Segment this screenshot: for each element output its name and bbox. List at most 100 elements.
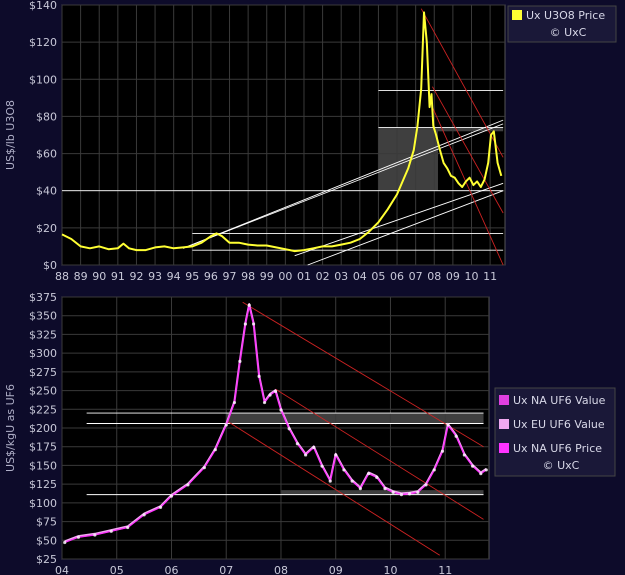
y-tick-label: $100 <box>29 497 57 510</box>
x-tick-label: 91 <box>111 270 125 283</box>
x-tick-label: 11 <box>438 564 452 575</box>
series-point <box>470 464 475 468</box>
series-point <box>424 483 428 487</box>
chart-canvas: $0$20$40$60$80$100$120$14088 89 90 91 92 93 94… <box>4 0 617 575</box>
series-point <box>358 487 362 491</box>
series-point <box>312 445 316 450</box>
series-point <box>109 529 113 533</box>
series-point <box>342 468 346 472</box>
series-point <box>247 303 251 307</box>
series-point <box>262 400 267 405</box>
series-point <box>304 453 308 457</box>
series-point <box>350 479 354 483</box>
plot-area <box>61 4 506 266</box>
x-tick-label: 06 <box>164 564 178 575</box>
legend-copyright: © UxC <box>543 459 580 472</box>
x-tick-label: 95 <box>185 270 199 283</box>
x-tick-label: 05 <box>110 564 124 575</box>
x-tick-label: 06 <box>390 270 404 283</box>
legend-label: Ux EU UF6 Value <box>513 418 605 431</box>
y-tick-label: $300 <box>29 347 57 360</box>
series-point <box>186 483 190 487</box>
series-point <box>158 505 163 509</box>
series-point <box>484 468 488 472</box>
uf6-price-chart: $25 $50 $75 $100 $125 $150 $175 $200 $225 $250 $27… <box>4 291 616 575</box>
y-tick-label: $275 <box>29 366 57 379</box>
legend-swatch <box>499 443 509 453</box>
series-point <box>257 374 261 378</box>
y-axis-label: US$/lb U3O8 <box>4 100 17 170</box>
y-tick-label: $80 <box>36 110 57 123</box>
x-tick-label: 04 <box>55 564 69 575</box>
series-point <box>202 466 206 470</box>
series-point <box>232 400 237 405</box>
y-tick-label: $250 <box>29 385 57 398</box>
legend-label: Ux NA UF6 Value <box>513 394 606 407</box>
series-point <box>279 408 283 412</box>
y-tick-label: $20 <box>36 222 57 235</box>
series-point <box>169 494 174 498</box>
y-tick-label: $140 <box>29 0 57 12</box>
x-tick-label: 01 <box>297 270 311 283</box>
legend-swatch <box>499 419 509 429</box>
series-point <box>320 464 324 468</box>
y-tick-label: $60 <box>36 148 57 161</box>
legend-label: Ux NA UF6 Price <box>513 442 602 455</box>
x-tick-label: 09 <box>446 270 460 283</box>
y-axis-label: US$/kgU as UF6 <box>4 384 17 472</box>
y-tick-label: $50 <box>36 534 57 547</box>
legend-swatch <box>512 10 522 20</box>
series-point <box>224 423 228 427</box>
series-point <box>432 468 436 472</box>
y-tick-label: $100 <box>29 73 57 86</box>
x-tick-label: 10 <box>383 564 397 575</box>
series-point <box>76 535 81 539</box>
series-point <box>408 492 412 496</box>
y-tick-label: $175 <box>29 441 57 454</box>
x-tick-label: 07 <box>409 270 423 283</box>
x-tick-label: 10 <box>464 270 478 283</box>
x-tick-label: 07 <box>219 564 233 575</box>
x-tick-label: 93 <box>148 270 162 283</box>
series-point <box>295 442 299 446</box>
y-tick-label: $325 <box>29 328 57 341</box>
series-point <box>126 525 130 530</box>
x-tick-label: 99 <box>260 270 274 283</box>
series-point <box>328 479 332 483</box>
x-tick-label: 11 <box>483 270 497 283</box>
series-point <box>252 322 256 326</box>
x-tick-label: 05 <box>371 270 385 283</box>
y-tick-label: $350 <box>29 310 57 323</box>
series-point <box>399 493 404 497</box>
x-tick-label: 08 <box>427 270 441 283</box>
y-tick-label: $200 <box>29 422 57 435</box>
series-point <box>63 540 67 545</box>
u3o8-price-chart: $0$20$40$60$80$100$120$14088 89 90 91 92 93 94… <box>4 0 617 283</box>
shaded-band <box>280 490 484 495</box>
series-point <box>440 449 445 453</box>
y-tick-label: $40 <box>36 185 57 198</box>
series-point <box>462 453 466 457</box>
x-tick-label: 03 <box>334 270 348 283</box>
x-tick-label: 00 <box>278 270 292 283</box>
series-point <box>479 472 483 476</box>
x-tick-label: 09 <box>329 564 343 575</box>
y-tick-label: $125 <box>29 478 57 491</box>
series-point <box>243 322 247 326</box>
series-point <box>273 389 278 393</box>
x-tick-label: 88 <box>55 270 69 283</box>
series-point <box>334 453 338 457</box>
y-tick-label: $120 <box>29 36 57 49</box>
legend-copyright: © UxC <box>550 26 587 39</box>
shaded-band <box>378 127 438 191</box>
series-point <box>375 475 379 480</box>
x-tick-label: 94 <box>167 270 181 283</box>
y-tick-label: $375 <box>29 291 57 304</box>
y-tick-label: $25 <box>36 553 57 566</box>
x-tick-label: 96 <box>204 270 218 283</box>
series-point <box>268 393 272 397</box>
x-tick-label: 02 <box>316 270 330 283</box>
series-point <box>142 513 146 517</box>
series-point <box>93 533 97 537</box>
x-tick-label: 89 <box>74 270 88 283</box>
